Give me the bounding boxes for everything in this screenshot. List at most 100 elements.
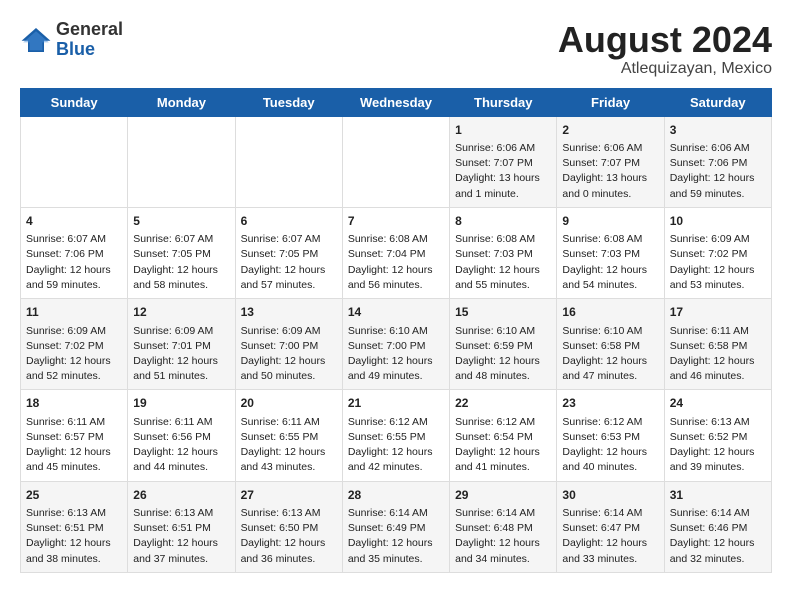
header-thursday: Thursday (450, 88, 557, 116)
day-number: 29 (455, 487, 551, 504)
day-number: 21 (348, 395, 444, 412)
calendar-cell: 30 Sunrise: 6:14 AM Sunset: 6:47 PM Dayligh… (557, 481, 664, 572)
logo-blue-text: Blue (56, 40, 123, 60)
day-number: 4 (26, 213, 122, 230)
cell-info: Sunrise: 6:14 AM (455, 507, 535, 519)
cell-info: Daylight: 12 hours (133, 446, 218, 458)
cell-info: and 42 minutes. (348, 461, 423, 473)
day-number: 27 (241, 487, 337, 504)
page-header: General Blue August 2024 Atlequizayan, M… (20, 20, 772, 78)
cell-info: Daylight: 12 hours (133, 537, 218, 549)
cell-info: Daylight: 12 hours (241, 537, 326, 549)
cell-info: Daylight: 12 hours (455, 446, 540, 458)
cell-info: Sunrise: 6:06 AM (455, 142, 535, 154)
cell-info: Sunrise: 6:06 AM (670, 142, 750, 154)
cell-info: and 53 minutes. (670, 279, 745, 291)
logo-text: General Blue (56, 20, 123, 60)
cell-info: Sunrise: 6:14 AM (348, 507, 428, 519)
cell-info: Sunrise: 6:07 AM (26, 233, 106, 245)
calendar-cell: 23Sunrise: 6:12 AMSunset: 6:53 PMDayligh… (557, 390, 664, 481)
cell-info: and 34 minutes. (455, 553, 530, 565)
day-number: 18 (26, 395, 122, 412)
cell-info: Sunrise: 6:13 AM (133, 507, 213, 519)
cell-info: Daylight: 12 hours (133, 355, 218, 367)
cell-info: Sunrise: 6:09 AM (26, 325, 106, 337)
cell-info: Daylight: 12 hours (670, 264, 755, 276)
cell-info: and 33 minutes. (562, 553, 637, 565)
cell-info: and 35 minutes. (348, 553, 423, 565)
cell-info: and 56 minutes. (348, 279, 423, 291)
cell-info: Sunrise: 6:11 AM (133, 416, 212, 428)
location-subtitle: Atlequizayan, Mexico (558, 60, 772, 78)
day-number: 16 (562, 304, 658, 321)
cell-info: and 0 minutes. (562, 188, 631, 200)
cell-info: Sunset: 6:51 PM (133, 522, 211, 534)
cell-info: Sunrise: 6:13 AM (26, 507, 106, 519)
calendar-table: SundayMondayTuesdayWednesdayThursdayFrid… (20, 88, 772, 573)
calendar-cell: 25Sunrise: 6:13 AMSunset: 6:51 PMDayligh… (21, 481, 128, 572)
cell-info: Sunrise: 6:09 AM (133, 325, 213, 337)
cell-info: Sunset: 6:58 PM (670, 340, 748, 352)
day-number: 2 (562, 122, 658, 139)
cell-info: Sunrise: 6:08 AM (562, 233, 642, 245)
calendar-cell (342, 116, 449, 207)
cell-info: Sunrise: 6:11 AM (26, 416, 105, 428)
day-number: 26 (133, 487, 229, 504)
calendar-week-1: 1Sunrise: 6:06 AMSunset: 7:07 PMDaylight… (21, 116, 772, 207)
cell-info: Daylight: 12 hours (26, 264, 111, 276)
month-year-title: August 2024 (558, 20, 772, 60)
calendar-cell: 20Sunrise: 6:11 AMSunset: 6:55 PMDayligh… (235, 390, 342, 481)
cell-info: Daylight: 12 hours (562, 537, 647, 549)
calendar-cell: 26 Sunrise: 6:13 AM Sunset: 6:51 PM Dayligh… (128, 481, 235, 572)
cell-info: Daylight: 12 hours (670, 172, 755, 184)
cell-info: and 48 minutes. (455, 370, 530, 382)
cell-info: Sunset: 6:47 PM (562, 522, 640, 534)
day-number: 5 (133, 213, 229, 230)
day-number: 17 (670, 304, 766, 321)
cell-info: and 38 minutes. (26, 553, 101, 565)
day-number: 1 (455, 122, 551, 139)
calendar-cell (21, 116, 128, 207)
calendar-cell: 8Sunrise: 6:08 AMSunset: 7:03 PMDaylight… (450, 207, 557, 298)
calendar-cell: 11Sunrise: 6:09 AMSunset: 7:02 PMDayligh… (21, 299, 128, 390)
calendar-week-2: 4Sunrise: 6:07 AMSunset: 7:06 PMDaylight… (21, 207, 772, 298)
cell-info: Daylight: 12 hours (241, 264, 326, 276)
cell-info: Sunset: 7:03 PM (562, 248, 640, 260)
cell-info: Sunset: 6:46 PM (670, 522, 748, 534)
cell-info: and 49 minutes. (348, 370, 423, 382)
cell-info: Daylight: 12 hours (348, 537, 433, 549)
cell-info: Sunset: 6:56 PM (133, 431, 211, 443)
cell-info: Daylight: 13 hours (455, 172, 540, 184)
cell-info: Daylight: 12 hours (670, 355, 755, 367)
calendar-cell: 4Sunrise: 6:07 AMSunset: 7:06 PMDaylight… (21, 207, 128, 298)
cell-info: Sunrise: 6:12 AM (562, 416, 642, 428)
calendar-cell: 27Sunrise: 6:13 AMSunset: 6:50 PMDayligh… (235, 481, 342, 572)
cell-info: Sunset: 6:57 PM (26, 431, 104, 443)
title-block: August 2024 Atlequizayan, Mexico (558, 20, 772, 78)
calendar-cell (235, 116, 342, 207)
day-number: 8 (455, 213, 551, 230)
cell-info: Daylight: 12 hours (241, 446, 326, 458)
cell-info: Daylight: 12 hours (348, 264, 433, 276)
cell-info: Sunrise: 6:10 AM (348, 325, 428, 337)
cell-info: and 58 minutes. (133, 279, 208, 291)
day-number: 30 (562, 487, 658, 504)
cell-info: Daylight: 12 hours (26, 355, 111, 367)
calendar-cell: 1Sunrise: 6:06 AMSunset: 7:07 PMDaylight… (450, 116, 557, 207)
cell-info: Sunrise: 6:14 AM (562, 507, 642, 519)
header-wednesday: Wednesday (342, 88, 449, 116)
cell-info: and 39 minutes. (670, 461, 745, 473)
cell-info: Sunset: 6:59 PM (455, 340, 533, 352)
calendar-cell: 15Sunrise: 6:10 AMSunset: 6:59 PMDayligh… (450, 299, 557, 390)
cell-info: and 57 minutes. (241, 279, 316, 291)
day-number: 25 (26, 487, 122, 504)
cell-info: Sunset: 6:55 PM (241, 431, 319, 443)
calendar-cell: 17Sunrise: 6:11 AMSunset: 6:58 PMDayligh… (664, 299, 771, 390)
cell-info: Sunset: 6:58 PM (562, 340, 640, 352)
day-number: 31 (670, 487, 766, 504)
calendar-header-row: SundayMondayTuesdayWednesdayThursdayFrid… (21, 88, 772, 116)
cell-info: and 32 minutes. (670, 553, 745, 565)
calendar-cell: 5Sunrise: 6:07 AMSunset: 7:05 PMDaylight… (128, 207, 235, 298)
cell-info: Sunset: 7:02 PM (26, 340, 104, 352)
cell-info: and 44 minutes. (133, 461, 208, 473)
